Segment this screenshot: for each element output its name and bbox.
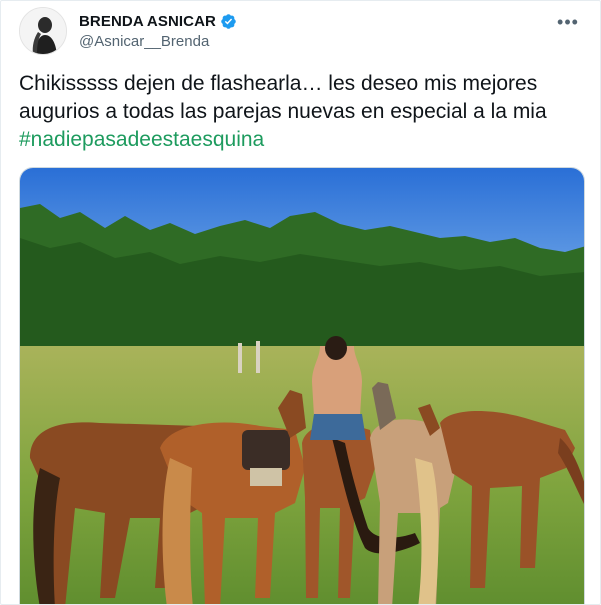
photo-horses-field — [20, 168, 584, 604]
display-name-row: BRENDA ASNICAR — [79, 11, 237, 31]
more-options-icon: ••• — [557, 12, 579, 32]
more-options-button[interactable]: ••• — [553, 11, 583, 33]
avatar-image — [20, 8, 66, 54]
tweet-header: BRENDA ASNICAR @Asnicar__Brenda ••• — [17, 7, 587, 57]
tweet-photo[interactable] — [19, 167, 585, 604]
tweet-card: BRENDA ASNICAR @Asnicar__Brenda ••• Chik… — [0, 0, 601, 605]
hashtag-link[interactable]: #nadiepasadeestaesquina — [19, 128, 264, 151]
verified-badge-icon — [221, 13, 236, 29]
author-names: BRENDA ASNICAR @Asnicar__Brenda — [79, 11, 237, 50]
author-handle[interactable]: @Asnicar__Brenda — [79, 33, 237, 50]
tweet-text: Chikisssss dejen de flashearla… les dese… — [19, 70, 589, 154]
display-name[interactable]: BRENDA ASNICAR — [79, 13, 216, 30]
tweet-body-text: Chikisssss dejen de flashearla… les dese… — [19, 72, 547, 123]
avatar[interactable] — [19, 7, 67, 55]
